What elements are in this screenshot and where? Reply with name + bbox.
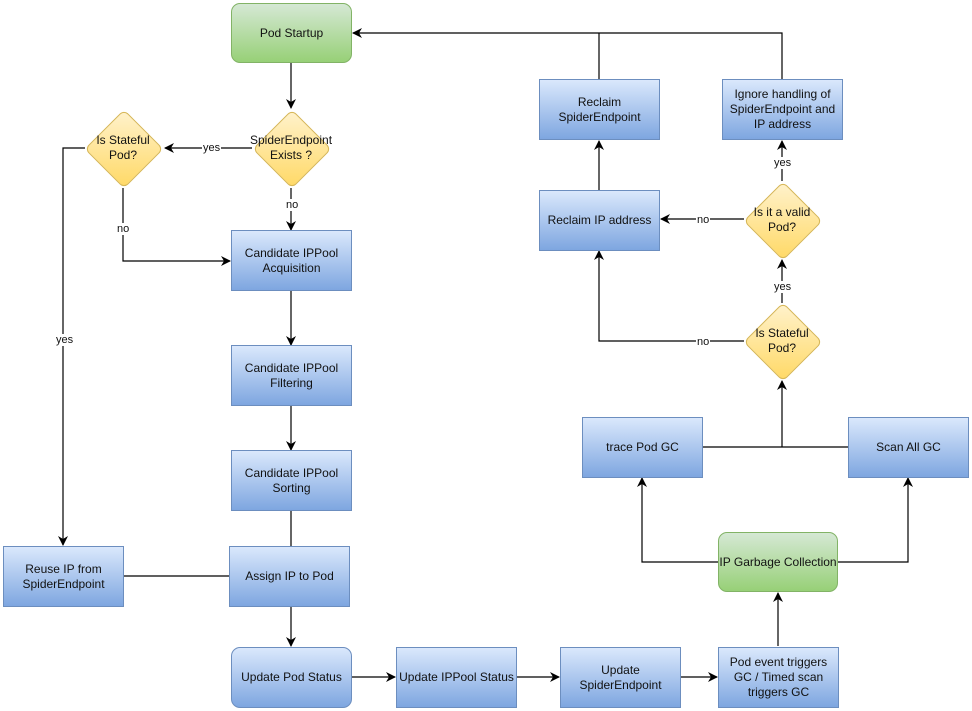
update-pod-status-label: Update Pod Status: [241, 670, 342, 684]
ip-gc-node[interactable]: IP Garbage Collection: [718, 532, 838, 592]
edge-label-stateful-left-yes: yes: [55, 334, 75, 346]
ip-gc-label: IP Garbage Collection: [719, 554, 837, 569]
pod-event-triggers-node[interactable]: Pod event triggers GC / Timed scan trigg…: [718, 647, 839, 708]
trace-pod-gc-node[interactable]: trace Pod GC: [582, 417, 703, 478]
edge-label-stateful-right-yes: yes: [773, 281, 793, 293]
update-spiderendpoint-label: Update SpiderEndpoint: [579, 662, 662, 692]
pod-event-triggers-label: Pod event triggers GC / Timed scan trigg…: [729, 655, 828, 699]
reclaim-ip-node[interactable]: Reclaim IP address: [539, 190, 660, 251]
reclaim-spiderendpoint-label: Reclaim SpiderEndpoint: [558, 94, 641, 124]
edge-ignore-up: [352, 28, 783, 80]
update-spiderendpoint-node[interactable]: Update SpiderEndpoint: [560, 647, 681, 708]
is-stateful-right-label: Is Stateful Pod?: [755, 326, 809, 355]
edge-stateful-right-no: [594, 250, 744, 342]
edge-label-valid-no: no: [696, 214, 711, 226]
spiderendpoint-exists-label: SpiderEndpoint Exists ?: [249, 133, 333, 162]
candidate-filtering-node[interactable]: Candidate IPPool Filtering: [231, 345, 352, 406]
is-stateful-left-decision[interactable]: Is Stateful Pod?: [84, 109, 164, 189]
reclaim-spiderendpoint-node[interactable]: Reclaim SpiderEndpoint: [539, 79, 660, 140]
edge-label-stateful-right-no: no: [696, 336, 711, 348]
assign-ip-label: Assign IP to Pod: [245, 569, 334, 583]
edge-gc-to-scanall: [838, 477, 913, 563]
update-ippool-status-label: Update IPPool Status: [399, 670, 514, 684]
is-valid-pod-decision[interactable]: Is it a valid Pod?: [743, 181, 823, 261]
ignore-handling-label: Ignore handling of SpiderEndpoint and IP…: [729, 87, 836, 131]
trace-pod-gc-label: trace Pod GC: [606, 440, 679, 454]
edge-stateful-left-yes: [58, 147, 85, 546]
update-pod-status-node[interactable]: Update Pod Status: [231, 647, 352, 708]
candidate-acquisition-label: Candidate IPPool Acquisition: [244, 245, 339, 275]
edge-label-exists-no: no: [285, 199, 300, 211]
pod-startup-node[interactable]: Pod Startup: [231, 3, 352, 63]
reuse-ip-label: Reuse IP from SpiderEndpoint: [22, 561, 105, 591]
spiderendpoint-exists-decision[interactable]: SpiderEndpoint Exists ?: [249, 109, 333, 189]
edge-stateful-left-no: [122, 188, 231, 266]
edge-label-stateful-left-no: no: [116, 223, 131, 235]
edge-gc-to-trace: [637, 477, 718, 563]
reuse-ip-node[interactable]: Reuse IP from SpiderEndpoint: [3, 546, 124, 607]
scan-all-gc-node[interactable]: Scan All GC: [848, 417, 969, 478]
assign-ip-node[interactable]: Assign IP to Pod: [229, 546, 350, 607]
is-stateful-right-decision[interactable]: Is Stateful Pod?: [743, 302, 823, 382]
is-stateful-left-label: Is Stateful Pod?: [96, 133, 150, 162]
reclaim-ip-label: Reclaim IP address: [547, 213, 652, 227]
ignore-handling-node[interactable]: Ignore handling of SpiderEndpoint and IP…: [722, 79, 843, 140]
scan-all-gc-label: Scan All GC: [876, 440, 941, 454]
pod-startup-label: Pod Startup: [259, 25, 324, 40]
candidate-sorting-node[interactable]: Candidate IPPool Sorting: [231, 450, 352, 511]
edge-label-valid-yes: yes: [773, 157, 793, 169]
candidate-acquisition-node[interactable]: Candidate IPPool Acquisition: [231, 230, 352, 291]
candidate-filtering-label: Candidate IPPool Filtering: [244, 360, 339, 390]
candidate-sorting-label: Candidate IPPool Sorting: [244, 465, 339, 495]
update-ippool-status-node[interactable]: Update IPPool Status: [396, 647, 517, 708]
edge-label-exists-yes: yes: [202, 142, 222, 154]
is-valid-pod-label: Is it a valid Pod?: [753, 205, 811, 234]
